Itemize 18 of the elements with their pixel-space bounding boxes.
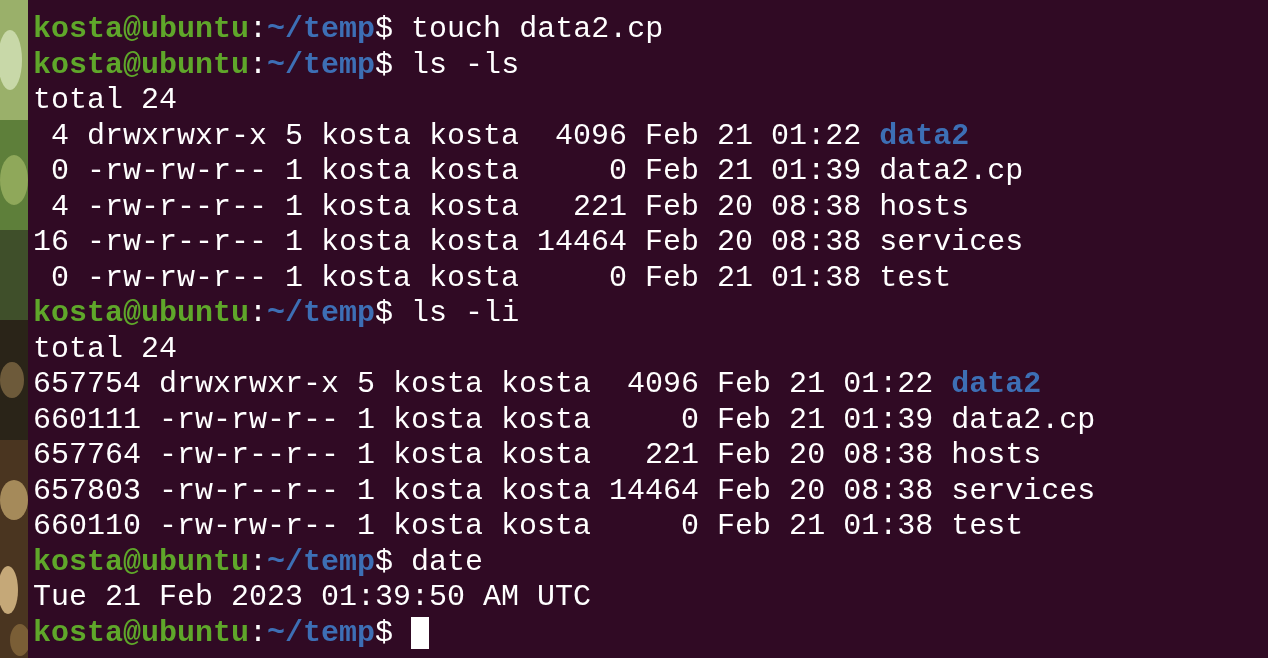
listing-line: 0 -rw-rw-r-- 1 kosta kosta 0 Feb 21 01:38 test bbox=[50, 260, 952, 296]
prompt-line: kosta@ubuntu:~/temp$ date bbox=[33, 544, 484, 580]
prompt-line: kosta@ubuntu:~/temp$ touch data2.cp bbox=[33, 12, 664, 48]
listing-line: 4 drwxrwxr-x 5 kosta kosta 4096 Feb 21 01:22 data2 bbox=[50, 118, 970, 154]
listing-line: 657764 -rw-r--r-- 1 kosta kosta 221 Feb 20 08:38 hosts bbox=[33, 438, 1042, 474]
output-line: total 24 bbox=[33, 331, 178, 367]
output-line: Tue 21 Feb 2023 01:39:50 AM UTC bbox=[33, 580, 592, 616]
prompt-line: kosta@ubuntu:~/temp$ ls -li bbox=[33, 296, 520, 332]
listing-line: 4 -rw-r--r-- 1 kosta kosta 221 Feb 20 08:38 hosts bbox=[50, 189, 970, 225]
prompt-line: kosta@ubuntu:~/temp$ ls -ls bbox=[33, 47, 520, 83]
listing-line: 657803 -rw-r--r-- 1 kosta kosta 14464 Feb 20 08:38 services bbox=[33, 473, 1096, 509]
prompt-line: kosta@ubuntu:~/temp$ bbox=[33, 615, 394, 651]
output-line: total 24 bbox=[33, 83, 178, 119]
listing-line: 16 -rw-r--r-- 1 kosta kosta 14464 Feb 20 08:38 services bbox=[33, 225, 1024, 261]
listing-line: 660110 -rw-rw-r-- 1 kosta kosta 0 Feb 21 01:38 test bbox=[33, 509, 1024, 545]
listing-line: 0 -rw-rw-r-- 1 kosta kosta 0 Feb 21 01:39 data2.cp bbox=[50, 154, 1024, 190]
listing-line: 660111 -rw-rw-r-- 1 kosta kosta 0 Feb 21 01:39 data2.cp bbox=[33, 402, 1096, 438]
listing-line: 657754 drwxrwxr-x 5 kosta kosta 4096 Feb 21 01:22 data2 bbox=[33, 367, 1042, 403]
